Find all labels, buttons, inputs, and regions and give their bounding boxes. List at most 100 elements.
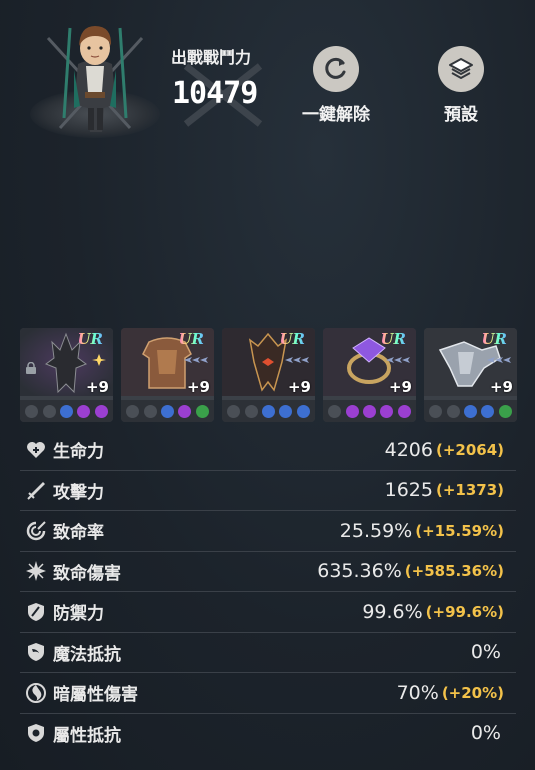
- stars-icon: [285, 357, 309, 363]
- equipment-slot-ring[interactable]: UR +9: [323, 328, 416, 422]
- stars-icon: [386, 357, 410, 363]
- rarity-badge: UR: [178, 330, 204, 348]
- rune-slots: [121, 400, 214, 422]
- rune-slot: [446, 404, 460, 418]
- sparkle-icon: [92, 354, 106, 366]
- crit-damage-icon: [26, 561, 46, 582]
- rarity-badge: UR: [77, 330, 103, 348]
- enhance-level: +9: [388, 378, 412, 396]
- rune-slot: [296, 404, 310, 418]
- stars-icon: [184, 357, 208, 363]
- stat-row-hp: 生命力 4206 (+2064): [20, 430, 516, 471]
- unequip-all-label[interactable]: 一鍵解除: [290, 100, 382, 125]
- rune-slot: [143, 404, 157, 418]
- stat-name: 致命傷害: [53, 563, 121, 584]
- stat-bonus: (+20%): [441, 683, 504, 702]
- enhance-level: +9: [489, 378, 513, 396]
- sword-icon: [27, 482, 45, 500]
- stat-row-crit-rate: 致命率 25.59% (+15.59%): [20, 511, 516, 552]
- rarity-badge: UR: [279, 330, 305, 348]
- stat-bonus: (+1373): [435, 481, 504, 499]
- rune-slot: [261, 404, 275, 418]
- stat-row-magic-resist: 魔法抵抗 0%: [20, 633, 516, 673]
- stat-row-element-resist: 屬性抵抗 0%: [20, 714, 516, 754]
- hero-figure: [46, 26, 144, 132]
- stat-name: 攻擊力: [53, 482, 104, 503]
- rune-slot: [195, 404, 209, 418]
- stat-name: 生命力: [53, 442, 104, 463]
- stars-icon: [487, 357, 511, 363]
- stat-value: 4206: [384, 438, 433, 461]
- rune-slot: [244, 404, 258, 418]
- rarity-badge: UR: [380, 330, 406, 348]
- crit-rate-icon: [26, 521, 46, 540]
- stat-row-defense: 防禦力 99.6% (+99.6%): [20, 592, 516, 633]
- enhance-level: +9: [287, 378, 311, 396]
- stat-row-dark-damage: 暗屬性傷害 70% (+20%): [20, 673, 516, 714]
- stat-name: 致命率: [53, 523, 104, 544]
- equipment-slot-mask[interactable]: UR +9: [222, 328, 315, 422]
- element-resist-icon: [28, 724, 44, 743]
- rune-slots: [424, 400, 517, 422]
- rune-slot: [77, 404, 91, 418]
- rune-slot: [498, 404, 512, 418]
- rune-slot: [279, 404, 293, 418]
- lock-icon[interactable]: [25, 362, 37, 374]
- rune-slots: [323, 400, 416, 422]
- rune-slot: [397, 404, 411, 418]
- magic-resist-icon: [28, 643, 44, 662]
- stat-value: 99.6%: [362, 600, 423, 623]
- rarity-badge: UR: [481, 330, 507, 348]
- stat-value: 0%: [470, 641, 501, 663]
- stat-bonus: (+585.36%): [404, 562, 504, 580]
- refresh-icon: [325, 57, 346, 79]
- stat-value: 25.59%: [339, 519, 413, 542]
- enhance-level: +9: [85, 378, 109, 396]
- stat-name: 屬性抵抗: [53, 725, 121, 746]
- stats-list: 生命力 4206 (+2064) 攻擊力 1625 (+1373) 致命率 25.5…: [20, 430, 516, 753]
- rune-slot: [59, 404, 73, 418]
- rune-slot: [429, 404, 443, 418]
- rune-slot: [328, 404, 342, 418]
- equipment-row: UR +9 UR +9 UR +9 UR +9 UR +9: [20, 328, 517, 424]
- rune-slot: [362, 404, 376, 418]
- equipment-slot-armor[interactable]: UR +9: [121, 328, 214, 422]
- rune-slot: [160, 404, 174, 418]
- stat-name: 防禦力: [53, 604, 104, 625]
- preset-button[interactable]: [438, 46, 484, 92]
- stat-name: 暗屬性傷害: [53, 685, 138, 706]
- equipment-slot-gauntlet[interactable]: UR +9: [424, 328, 517, 422]
- shield-sword-icon: [28, 602, 44, 621]
- stat-bonus: (+99.6%): [425, 602, 504, 621]
- heart-plus-icon: [27, 441, 45, 458]
- combat-power-value: 10479: [172, 76, 258, 111]
- rune-slots: [20, 400, 113, 422]
- stat-bonus: (+15.59%): [415, 521, 504, 540]
- equipment-slot-helmet[interactable]: UR +9: [20, 328, 113, 422]
- rune-slot: [25, 404, 39, 418]
- rune-slot: [380, 404, 394, 418]
- stat-value: 70%: [396, 681, 439, 704]
- stat-name: 魔法抵抗: [53, 644, 121, 665]
- rune-slot: [481, 404, 495, 418]
- rune-slot: [42, 404, 56, 418]
- rune-slot: [463, 404, 477, 418]
- stat-row-attack: 攻擊力 1625 (+1373): [20, 471, 516, 511]
- stat-value: 0%: [470, 722, 501, 744]
- rune-slot: [227, 404, 241, 418]
- stat-bonus: (+2064): [435, 440, 504, 459]
- rune-slot: [94, 404, 108, 418]
- dark-element-icon: [26, 682, 46, 703]
- rune-slot: [126, 404, 140, 418]
- preset-label[interactable]: 預設: [420, 100, 502, 125]
- stat-row-crit-damage: 致命傷害 635.36% (+585.36%): [20, 552, 516, 592]
- rune-slots: [222, 400, 315, 422]
- rune-slot: [178, 404, 192, 418]
- layers-icon: [449, 58, 473, 79]
- stat-value: 635.36%: [317, 560, 402, 582]
- stat-value: 1625: [384, 479, 433, 501]
- hero-portrait[interactable]: [30, 8, 160, 138]
- enhance-level: +9: [186, 378, 210, 396]
- unequip-all-button[interactable]: [313, 46, 359, 92]
- rune-slot: [345, 404, 359, 418]
